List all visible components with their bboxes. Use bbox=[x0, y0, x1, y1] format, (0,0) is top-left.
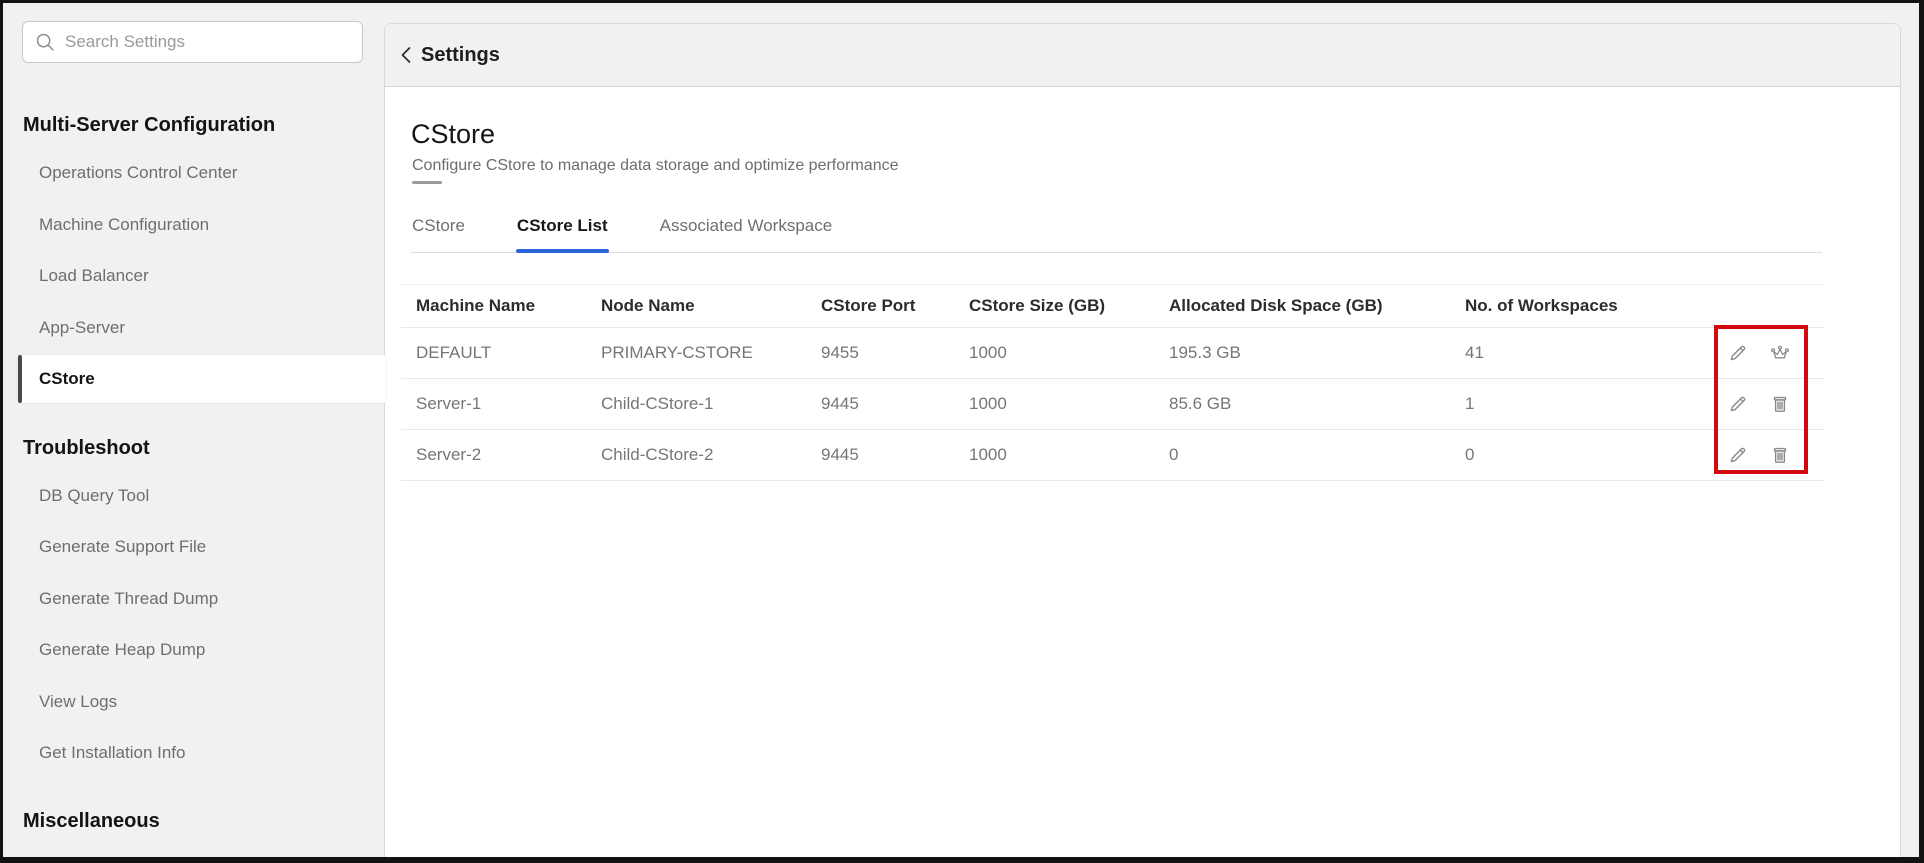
row-actions bbox=[1675, 445, 1824, 465]
sidebar-item-app-server[interactable]: App-Server bbox=[39, 317, 125, 339]
cell-allocated-disk-space: 195.3 GB bbox=[1169, 343, 1465, 363]
col-machine-name: Machine Name bbox=[401, 296, 601, 316]
table-row: Server-2 Child-CStore-2 9445 1000 0 0 bbox=[401, 430, 1824, 481]
cell-no-of-workspaces: 41 bbox=[1465, 343, 1675, 363]
tab-cstore[interactable]: CStore bbox=[411, 212, 466, 252]
cell-no-of-workspaces: 0 bbox=[1465, 445, 1675, 465]
primary-cstore-button[interactable] bbox=[1770, 343, 1790, 363]
cell-cstore-port: 9445 bbox=[821, 394, 969, 414]
cell-node-name: PRIMARY-CSTORE bbox=[601, 343, 821, 363]
sidebar-item-generate-support-file[interactable]: Generate Support File bbox=[39, 536, 206, 558]
cell-cstore-port: 9455 bbox=[821, 343, 969, 363]
trash-icon bbox=[1770, 445, 1790, 465]
search-settings-box[interactable] bbox=[22, 21, 363, 63]
delete-button[interactable] bbox=[1770, 394, 1790, 414]
sidebar-item-cstore[interactable]: CStore bbox=[18, 355, 386, 403]
sidebar-item-get-installation-info[interactable]: Get Installation Info bbox=[39, 742, 185, 764]
table-row: Server-1 Child-CStore-1 9445 1000 85.6 G… bbox=[401, 379, 1824, 430]
sidebar-item-generate-thread-dump[interactable]: Generate Thread Dump bbox=[39, 588, 218, 610]
col-cstore-size: CStore Size (GB) bbox=[969, 296, 1169, 316]
sidebar-heading-multi-server-configuration: Multi-Server Configuration bbox=[23, 112, 275, 138]
settings-back-button[interactable]: Settings bbox=[385, 24, 1900, 87]
col-allocated-disk-space: Allocated Disk Space (GB) bbox=[1169, 296, 1465, 316]
subtitle-divider bbox=[412, 181, 442, 184]
search-icon bbox=[35, 32, 55, 52]
row-actions bbox=[1675, 394, 1824, 414]
edit-button[interactable] bbox=[1728, 343, 1748, 363]
edit-pencil-icon bbox=[1728, 394, 1748, 414]
cell-node-name: Child-CStore-1 bbox=[601, 394, 821, 414]
back-chevron-icon bbox=[400, 46, 412, 64]
cell-machine-name: Server-2 bbox=[401, 445, 601, 465]
table-row: DEFAULT PRIMARY-CSTORE 9455 1000 195.3 G… bbox=[401, 328, 1824, 379]
col-node-name: Node Name bbox=[601, 296, 821, 316]
edit-button[interactable] bbox=[1728, 445, 1748, 465]
cstore-tabs: CStore CStore List Associated Workspace bbox=[411, 212, 1822, 253]
edit-pencil-icon bbox=[1728, 343, 1748, 363]
edit-pencil-icon bbox=[1728, 445, 1748, 465]
sidebar-item-view-logs[interactable]: View Logs bbox=[39, 691, 117, 713]
row-actions bbox=[1675, 343, 1824, 363]
col-no-of-workspaces: No. of Workspaces bbox=[1465, 296, 1675, 316]
sidebar-item-label: CStore bbox=[39, 368, 95, 390]
cell-allocated-disk-space: 85.6 GB bbox=[1169, 394, 1465, 414]
col-cstore-port: CStore Port bbox=[821, 296, 969, 316]
cell-allocated-disk-space: 0 bbox=[1169, 445, 1465, 465]
sidebar-item-machine-configuration[interactable]: Machine Configuration bbox=[39, 214, 209, 236]
delete-button[interactable] bbox=[1770, 445, 1790, 465]
tab-label: CStore List bbox=[517, 216, 608, 235]
sidebar-heading-miscellaneous: Miscellaneous bbox=[23, 808, 160, 834]
selected-indicator-bar bbox=[18, 355, 22, 403]
cstore-list-table: Machine Name Node Name CStore Port CStor… bbox=[401, 284, 1824, 481]
cell-cstore-size: 1000 bbox=[969, 394, 1169, 414]
cell-machine-name: DEFAULT bbox=[401, 343, 601, 363]
cell-machine-name: Server-1 bbox=[401, 394, 601, 414]
edit-button[interactable] bbox=[1728, 394, 1748, 414]
tab-cstore-list[interactable]: CStore List bbox=[516, 212, 609, 252]
settings-header-label: Settings bbox=[421, 44, 500, 67]
app-window: Multi-Server Configuration Operations Co… bbox=[0, 0, 1924, 863]
sidebar-heading-troubleshoot: Troubleshoot bbox=[23, 435, 150, 461]
active-tab-underline bbox=[516, 249, 609, 253]
cell-cstore-size: 1000 bbox=[969, 445, 1169, 465]
tab-associated-workspace[interactable]: Associated Workspace bbox=[659, 212, 834, 252]
sidebar-item-load-balancer[interactable]: Load Balancer bbox=[39, 265, 149, 287]
cell-cstore-size: 1000 bbox=[969, 343, 1169, 363]
settings-sidebar: Multi-Server Configuration Operations Co… bbox=[3, 3, 384, 857]
sidebar-item-db-query-tool[interactable]: DB Query Tool bbox=[39, 485, 149, 507]
cell-node-name: Child-CStore-2 bbox=[601, 445, 821, 465]
page-subtitle: Configure CStore to manage data storage … bbox=[412, 157, 899, 175]
page-title: CStore bbox=[411, 119, 495, 150]
sidebar-item-generate-heap-dump[interactable]: Generate Heap Dump bbox=[39, 639, 205, 661]
cell-cstore-port: 9445 bbox=[821, 445, 969, 465]
crown-icon bbox=[1770, 343, 1790, 363]
sidebar-item-operations-control-center[interactable]: Operations Control Center bbox=[39, 162, 237, 184]
search-input[interactable] bbox=[65, 32, 350, 52]
table-header-row: Machine Name Node Name CStore Port CStor… bbox=[401, 284, 1824, 328]
main-panel: Settings CStore Configure CStore to mana… bbox=[384, 23, 1901, 857]
cell-no-of-workspaces: 1 bbox=[1465, 394, 1675, 414]
trash-icon bbox=[1770, 394, 1790, 414]
